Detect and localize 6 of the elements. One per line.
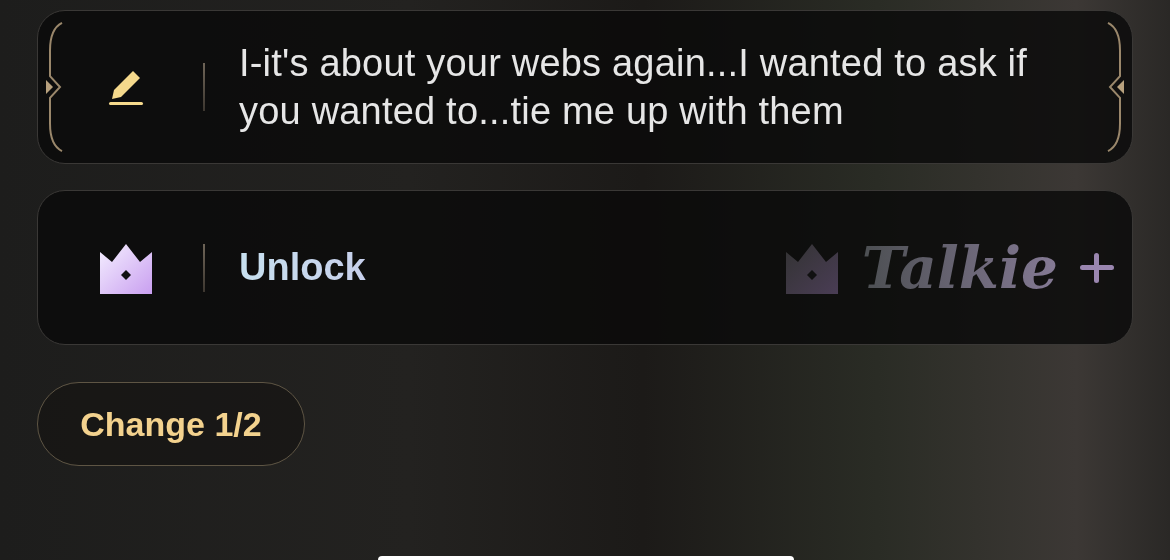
unlock-card[interactable]: Unlock Talkie [37, 190, 1133, 345]
pencil-icon [106, 68, 145, 106]
reply-text: I-it's about your webs again...I wanted to ask if you wanted to...tie me up with them [239, 41, 1029, 134]
reply-card[interactable]: I-it's about your webs again...I wanted to ask if you wanted to...tie me up with them [37, 10, 1133, 164]
change-button[interactable]: Change 1/2 [37, 382, 305, 466]
plus-icon [1080, 250, 1114, 285]
